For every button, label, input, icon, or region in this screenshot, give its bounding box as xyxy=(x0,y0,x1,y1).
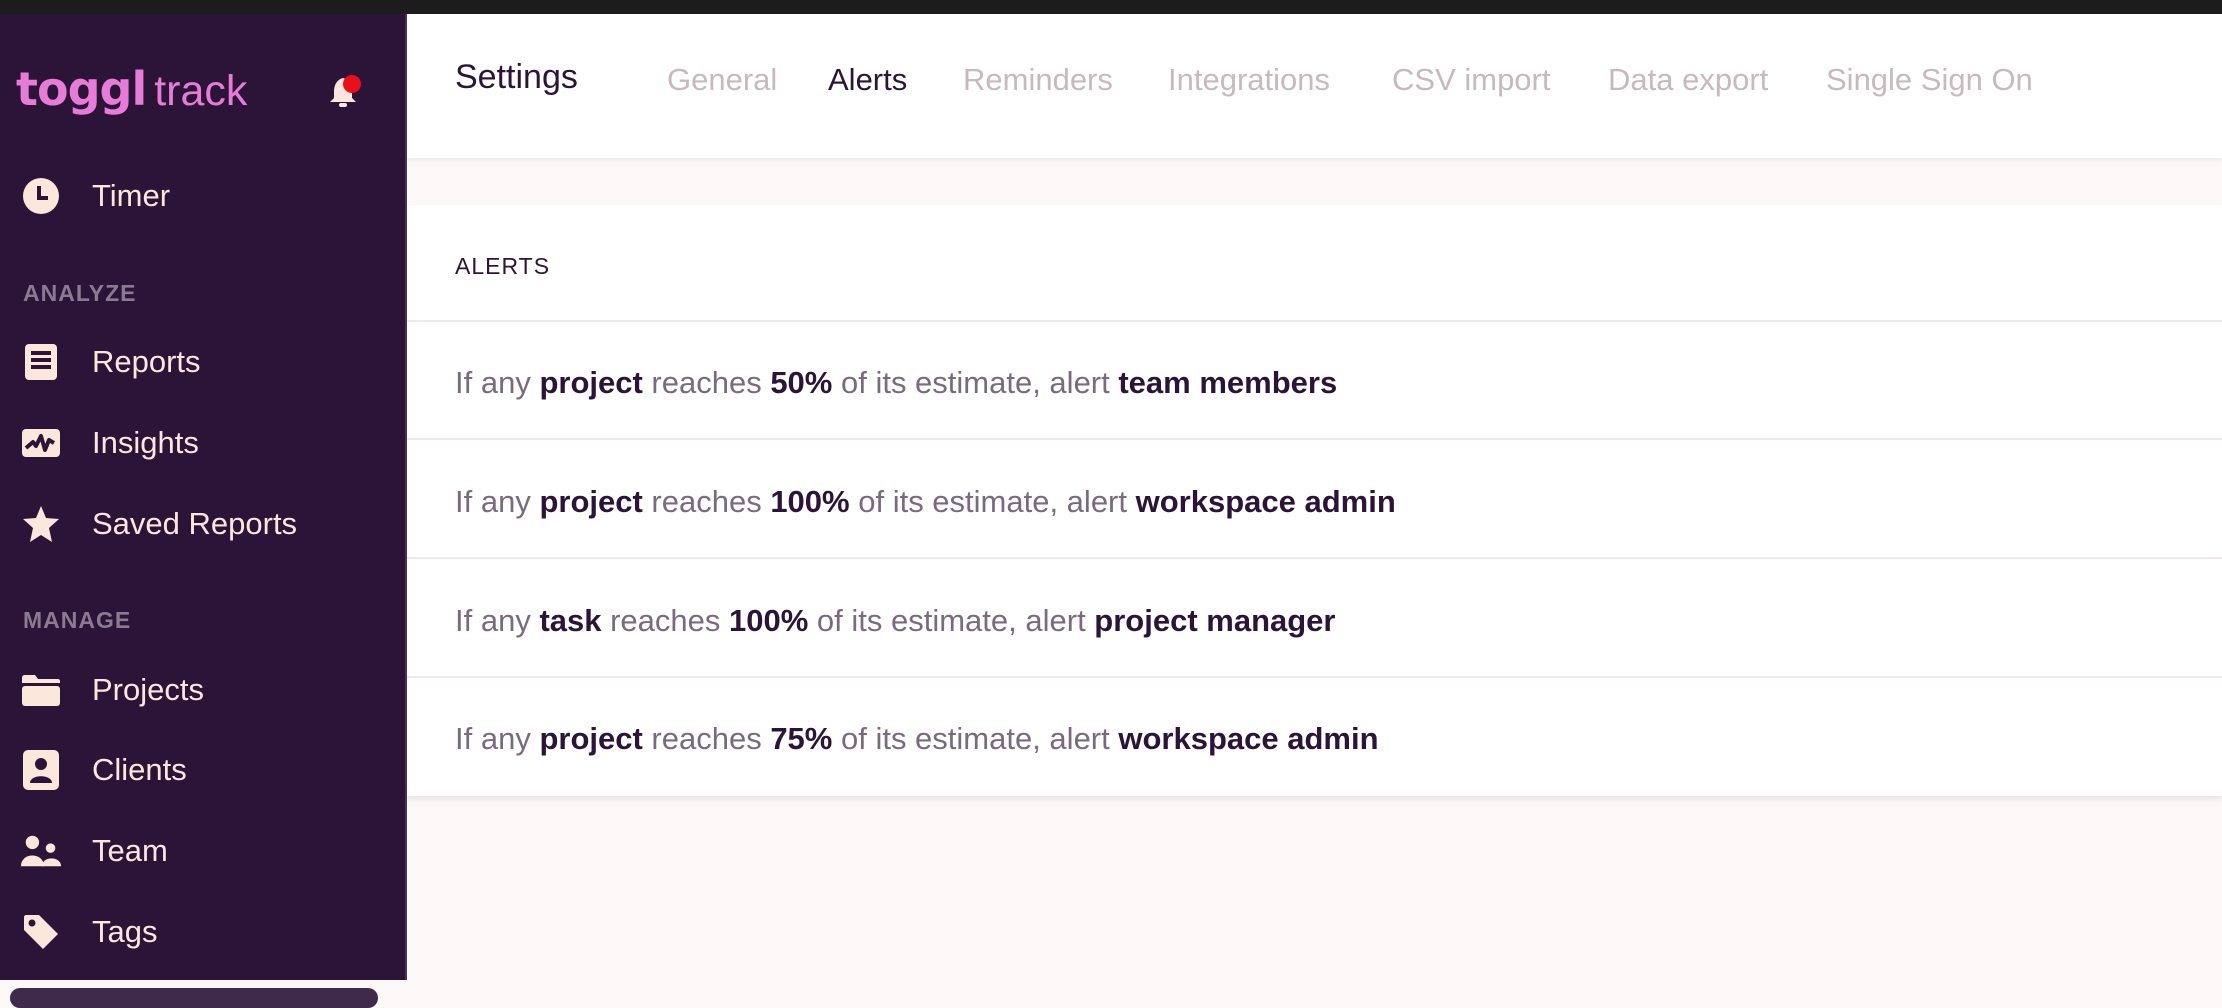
sidebar-item-partial[interactable] xyxy=(10,988,378,1008)
team-icon xyxy=(20,830,62,872)
sidebar-item-insights[interactable]: Insights xyxy=(0,411,405,475)
alerts-card-header: ALERTS xyxy=(407,205,2222,322)
settings-header: Settings General Alerts Reminders Integr… xyxy=(407,14,2222,158)
sidebar-item-label: Clients xyxy=(92,752,187,787)
alert-entity: project xyxy=(539,484,643,519)
tab-integrations[interactable]: Integrations xyxy=(1168,62,1330,98)
alert-threshold: 100% xyxy=(729,603,809,638)
sidebar-item-label: Saved Reports xyxy=(92,506,298,541)
page-title: Settings xyxy=(455,58,578,96)
tab-reminders[interactable]: Reminders xyxy=(963,62,1113,98)
alert-row[interactable]: If any project reaches 100% of its estim… xyxy=(407,441,2222,559)
alert-row[interactable]: If any task reaches 100% of its estimate… xyxy=(407,560,2222,678)
tab-alerts[interactable]: Alerts xyxy=(828,62,907,98)
folder-icon xyxy=(20,669,62,711)
sidebar-item-label: Tags xyxy=(92,914,158,949)
insights-icon xyxy=(20,422,62,464)
alert-threshold: 100% xyxy=(770,484,850,519)
alerts-heading: ALERTS xyxy=(455,253,551,279)
alert-text: If any project reaches 100% of its estim… xyxy=(455,484,1396,519)
alert-row[interactable]: If any project reaches 50% of its estima… xyxy=(407,322,2222,440)
alert-entity: task xyxy=(539,603,602,638)
tab-data-export[interactable]: Data export xyxy=(1608,62,1768,98)
sidebar-item-label: Insights xyxy=(92,425,199,460)
sidebar-item-saved-reports[interactable]: Saved Reports xyxy=(0,492,405,556)
alert-text: If any task reaches 100% of its estimate… xyxy=(455,603,1336,638)
sidebar-item-tags[interactable]: Tags xyxy=(0,900,405,964)
alert-recipient: workspace admin xyxy=(1118,721,1379,756)
logo-track: track xyxy=(154,67,248,115)
alert-entity: project xyxy=(539,721,643,756)
alert-recipient: team members xyxy=(1118,365,1338,400)
window-top-bar xyxy=(0,0,2222,14)
sidebar-item-team[interactable]: Team xyxy=(0,819,405,883)
sidebar-item-projects[interactable]: Projects xyxy=(0,658,405,722)
alert-recipient: project manager xyxy=(1094,603,1336,638)
alert-text: If any project reaches 75% of its estima… xyxy=(455,721,1379,756)
sidebar-item-reports[interactable]: Reports xyxy=(0,330,405,394)
sidebar-item-label: Team xyxy=(92,833,168,868)
alerts-card: ALERTS If any project reaches 50% of its… xyxy=(407,205,2222,796)
notifications-button[interactable] xyxy=(328,74,362,110)
notification-badge xyxy=(343,75,361,93)
alert-threshold: 50% xyxy=(770,365,833,400)
alert-threshold: 75% xyxy=(770,721,833,756)
toggl-track-logo[interactable]: toggl track xyxy=(16,62,247,122)
alert-text: If any project reaches 50% of its estima… xyxy=(455,365,1338,400)
alert-entity: project xyxy=(539,365,643,400)
tab-csv-import[interactable]: CSV import xyxy=(1392,62,1550,98)
clock-icon xyxy=(20,175,62,217)
sidebar-item-clients[interactable]: Clients xyxy=(0,738,405,802)
sidebar-item-timer[interactable]: Timer xyxy=(0,164,405,228)
tab-single-sign-on[interactable]: Single Sign On xyxy=(1826,62,2033,98)
alert-row[interactable]: If any project reaches 75% of its estima… xyxy=(407,678,2222,796)
tab-general[interactable]: General xyxy=(667,62,777,98)
sidebar-item-label: Reports xyxy=(92,344,201,379)
sidebar-item-label: Projects xyxy=(92,672,204,707)
client-icon xyxy=(20,749,62,791)
sidebar: toggl track Timer ANALYZE Reports Insigh… xyxy=(0,14,407,1008)
reports-icon xyxy=(20,341,62,383)
sidebar-item-label: Timer xyxy=(92,178,171,213)
tag-icon xyxy=(20,911,62,953)
bell-icon xyxy=(330,75,361,107)
section-label-manage: MANAGE xyxy=(23,607,132,633)
section-label-analyze: ANALYZE xyxy=(23,280,137,306)
alert-recipient: workspace admin xyxy=(1135,484,1396,519)
logo-toggl: toggl xyxy=(16,62,147,116)
star-icon xyxy=(20,503,62,545)
